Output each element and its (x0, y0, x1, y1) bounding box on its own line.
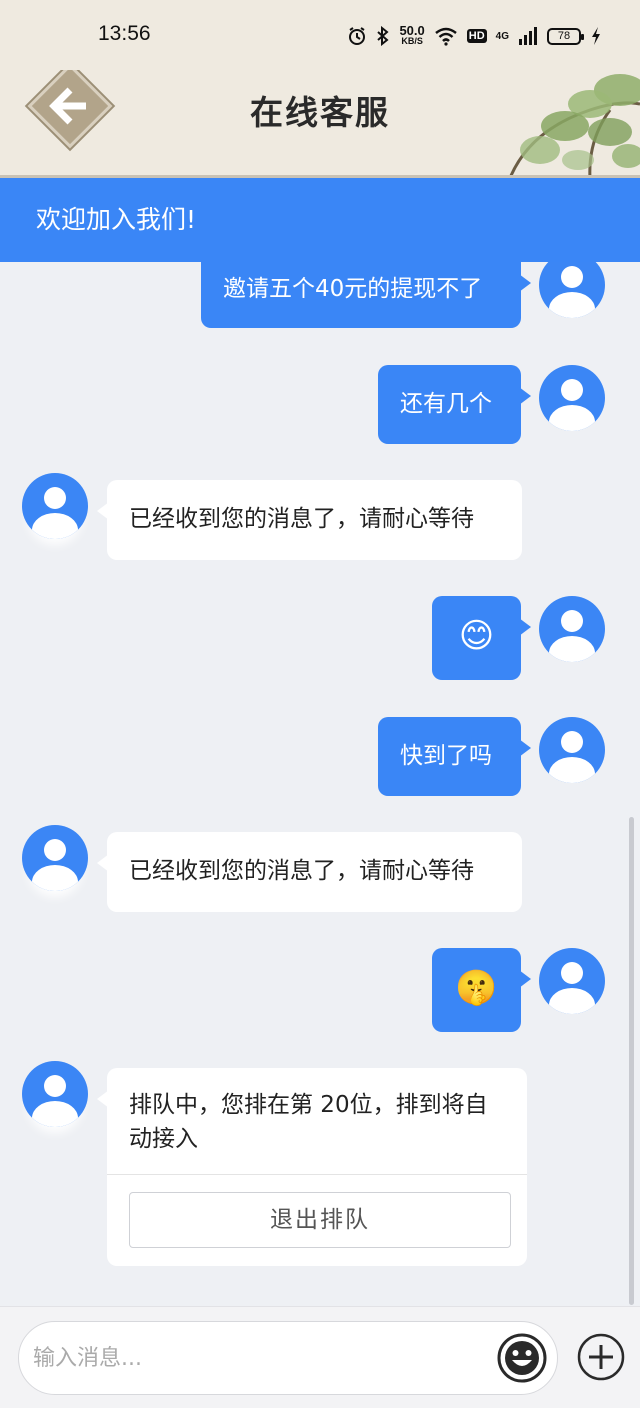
user-message-bubble: 还有几个 (378, 365, 531, 444)
status-time: 13:56 (98, 22, 151, 45)
message-text: 邀请五个40元的提现不了 (223, 276, 483, 302)
queue-message-line2: 动接入 (129, 1126, 198, 1152)
agent-message-bubble: 已经收到您的消息了，请耐心等待 (97, 480, 522, 560)
app-header: 在线客服 (0, 70, 640, 178)
net-speed: 50.0 KB/S (399, 23, 425, 47)
alarm-icon (349, 27, 366, 45)
user-avatar (539, 262, 605, 318)
message-text: 已经收到您的消息了，请耐心等待 (129, 858, 474, 884)
user-avatar (539, 365, 605, 431)
emoji-shush: 🤫 (455, 968, 498, 1008)
user-avatar (539, 717, 605, 783)
status-bar: 13:56 50.0 KB/S HD 4G 78 (0, 0, 640, 70)
signal-icon (519, 27, 537, 45)
welcome-banner: 欢迎加入我们! (0, 178, 640, 262)
agent-avatar (22, 825, 88, 891)
wifi-icon (434, 27, 457, 46)
net-speed-unit: KB/S (401, 36, 423, 46)
emoji-smile: 😊 (458, 616, 495, 656)
willow-decoration (509, 74, 640, 175)
exit-queue-button[interactable]: 退出排队 (129, 1192, 511, 1248)
message-input[interactable] (33, 1336, 483, 1380)
user-avatar (539, 596, 605, 662)
agent-avatar (22, 1061, 88, 1127)
net-speed-value: 50.0 (399, 23, 425, 38)
queue-message-line1: 排队中，您排在第 20位，排到将自 (129, 1092, 488, 1118)
network-type: 4G (495, 30, 509, 42)
user-avatar (539, 948, 605, 1014)
battery-indicator: 78 (547, 27, 584, 45)
charging-icon (592, 27, 600, 45)
agent-message-bubble: 已经收到您的消息了，请耐心等待 (97, 832, 522, 912)
message-text: 快到了吗 (400, 743, 492, 769)
user-message-bubble: 邀请五个40元的提现不了 (201, 262, 531, 328)
agent-avatar (22, 473, 88, 539)
smiley-icon[interactable] (496, 1332, 548, 1384)
bluetooth-icon (377, 26, 390, 46)
plus-icon[interactable] (576, 1332, 626, 1382)
message-text: 已经收到您的消息了，请耐心等待 (129, 506, 474, 532)
hd-badge: HD (466, 29, 487, 43)
message-text: 还有几个 (400, 391, 492, 417)
card-divider (107, 1174, 527, 1175)
message-input-container[interactable] (18, 1321, 558, 1395)
user-message-bubble: 快到了吗 (378, 717, 531, 796)
user-message-bubble: 😊 (432, 596, 531, 680)
queue-status-card: 排队中，您排在第 20位，排到将自 动接入 退出排队 (97, 1068, 527, 1266)
chat-area[interactable]: 邀请五个40元的提现不了 还有几个 已经收到您的消息了，请耐心等待 😊 快到了吗… (0, 262, 640, 1306)
status-icons: 50.0 KB/S HD 4G 78 (347, 22, 602, 50)
chat-scrollbar[interactable] (629, 817, 634, 1305)
user-message-bubble: 🤫 (432, 948, 531, 1032)
